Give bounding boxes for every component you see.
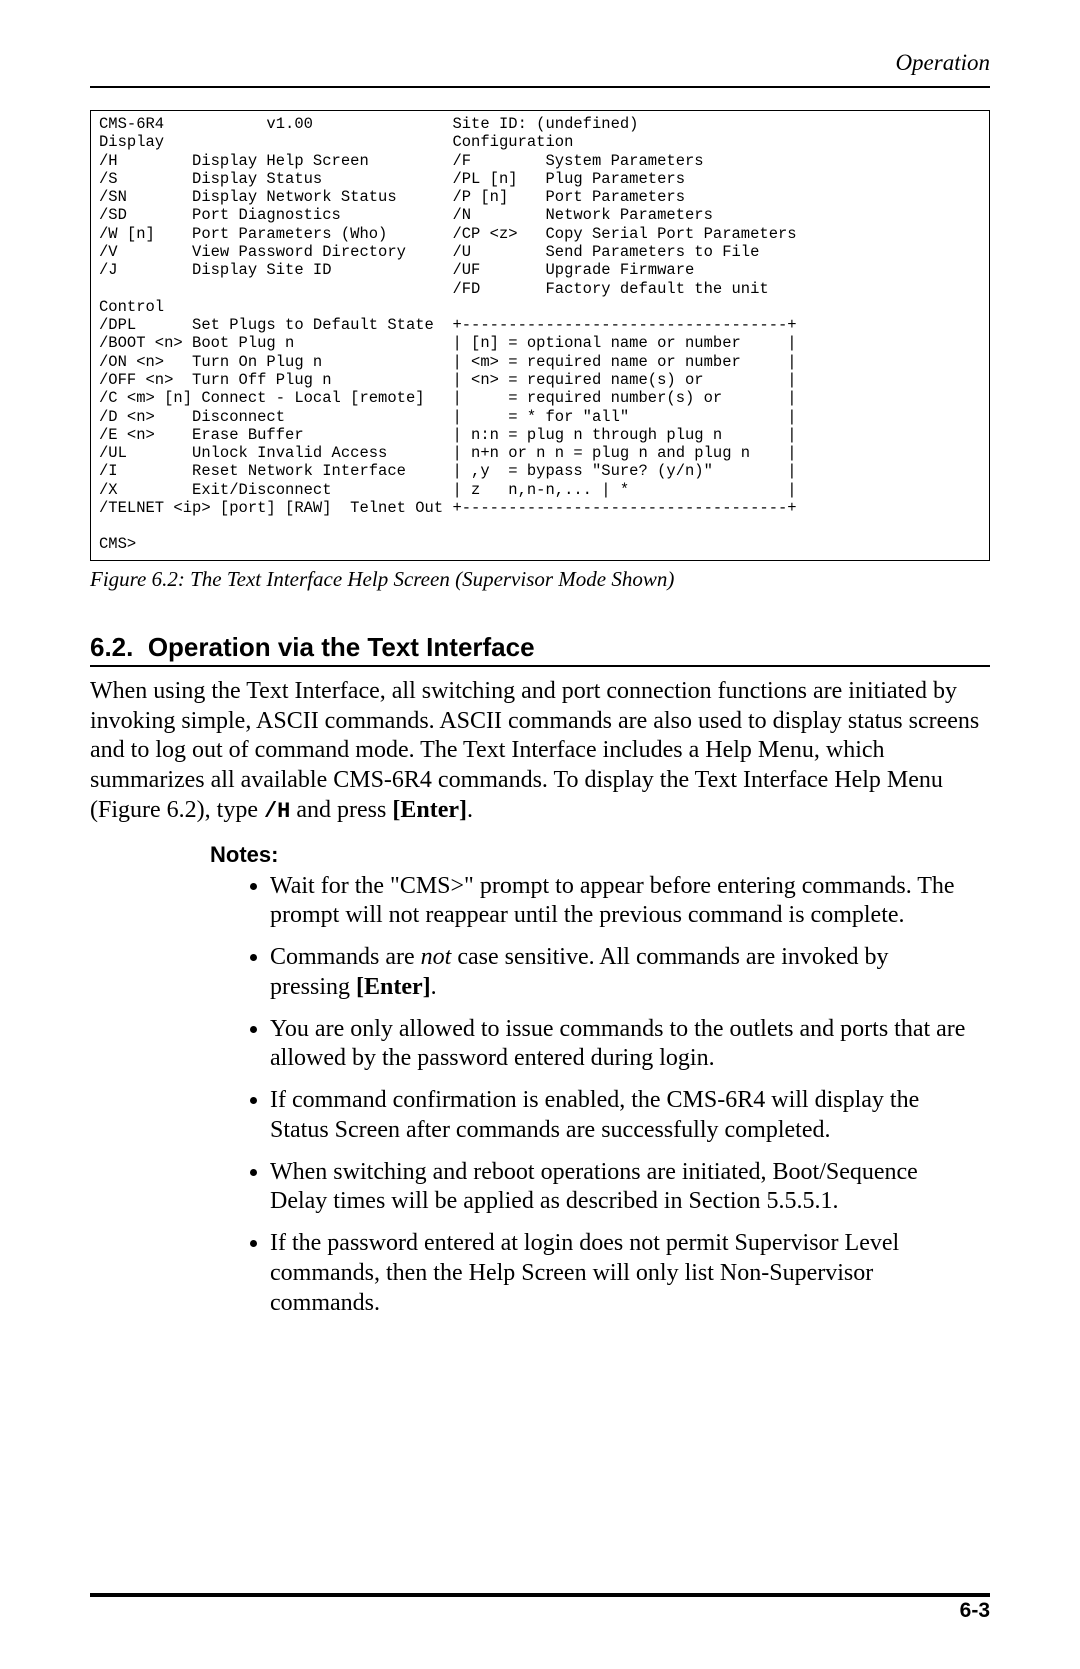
section-title: Operation via the Text Interface bbox=[148, 632, 535, 662]
figure-caption: Figure 6.2: The Text Interface Help Scre… bbox=[90, 567, 990, 592]
body-text-c: . bbox=[467, 797, 473, 823]
enter-key: [Enter] bbox=[392, 797, 467, 823]
page-number: 6-3 bbox=[90, 1599, 990, 1623]
inline-command: /H bbox=[264, 799, 290, 824]
section-number: 6.2. bbox=[90, 632, 133, 662]
note2-a: Commands are bbox=[270, 944, 421, 970]
page: Operation CMS-6R4 v1.00 Site ID: (undefi… bbox=[0, 0, 1080, 1669]
body-text-a: When using the Text Interface, all switc… bbox=[90, 678, 979, 823]
list-item: Wait for the "CMS>" prompt to appear bef… bbox=[270, 872, 980, 932]
list-item: You are only allowed to issue commands t… bbox=[270, 1015, 980, 1075]
list-item: Commands are not case sensitive. All com… bbox=[270, 943, 980, 1003]
notes-heading: Notes: bbox=[210, 842, 990, 868]
note2-emphasis: not bbox=[421, 944, 452, 970]
enter-key: [Enter] bbox=[356, 974, 431, 1000]
section-heading: 6.2. Operation via the Text Interface bbox=[90, 632, 990, 667]
body-text-b: and press bbox=[290, 797, 392, 823]
notes-list: Wait for the "CMS>" prompt to appear bef… bbox=[90, 872, 990, 1319]
header-rule bbox=[90, 86, 990, 88]
running-header: Operation bbox=[90, 50, 990, 78]
list-item: If the password entered at login does no… bbox=[270, 1229, 980, 1318]
footer-rule bbox=[90, 1593, 990, 1597]
list-item: When switching and reboot operations are… bbox=[270, 1158, 980, 1218]
help-screen-code-block: CMS-6R4 v1.00 Site ID: (undefined) Displ… bbox=[90, 110, 990, 561]
footer: 6-3 bbox=[90, 1593, 990, 1623]
body-paragraph: When using the Text Interface, all switc… bbox=[90, 677, 990, 826]
note2-c: . bbox=[431, 974, 437, 1000]
list-item: If command confirmation is enabled, the … bbox=[270, 1086, 980, 1146]
